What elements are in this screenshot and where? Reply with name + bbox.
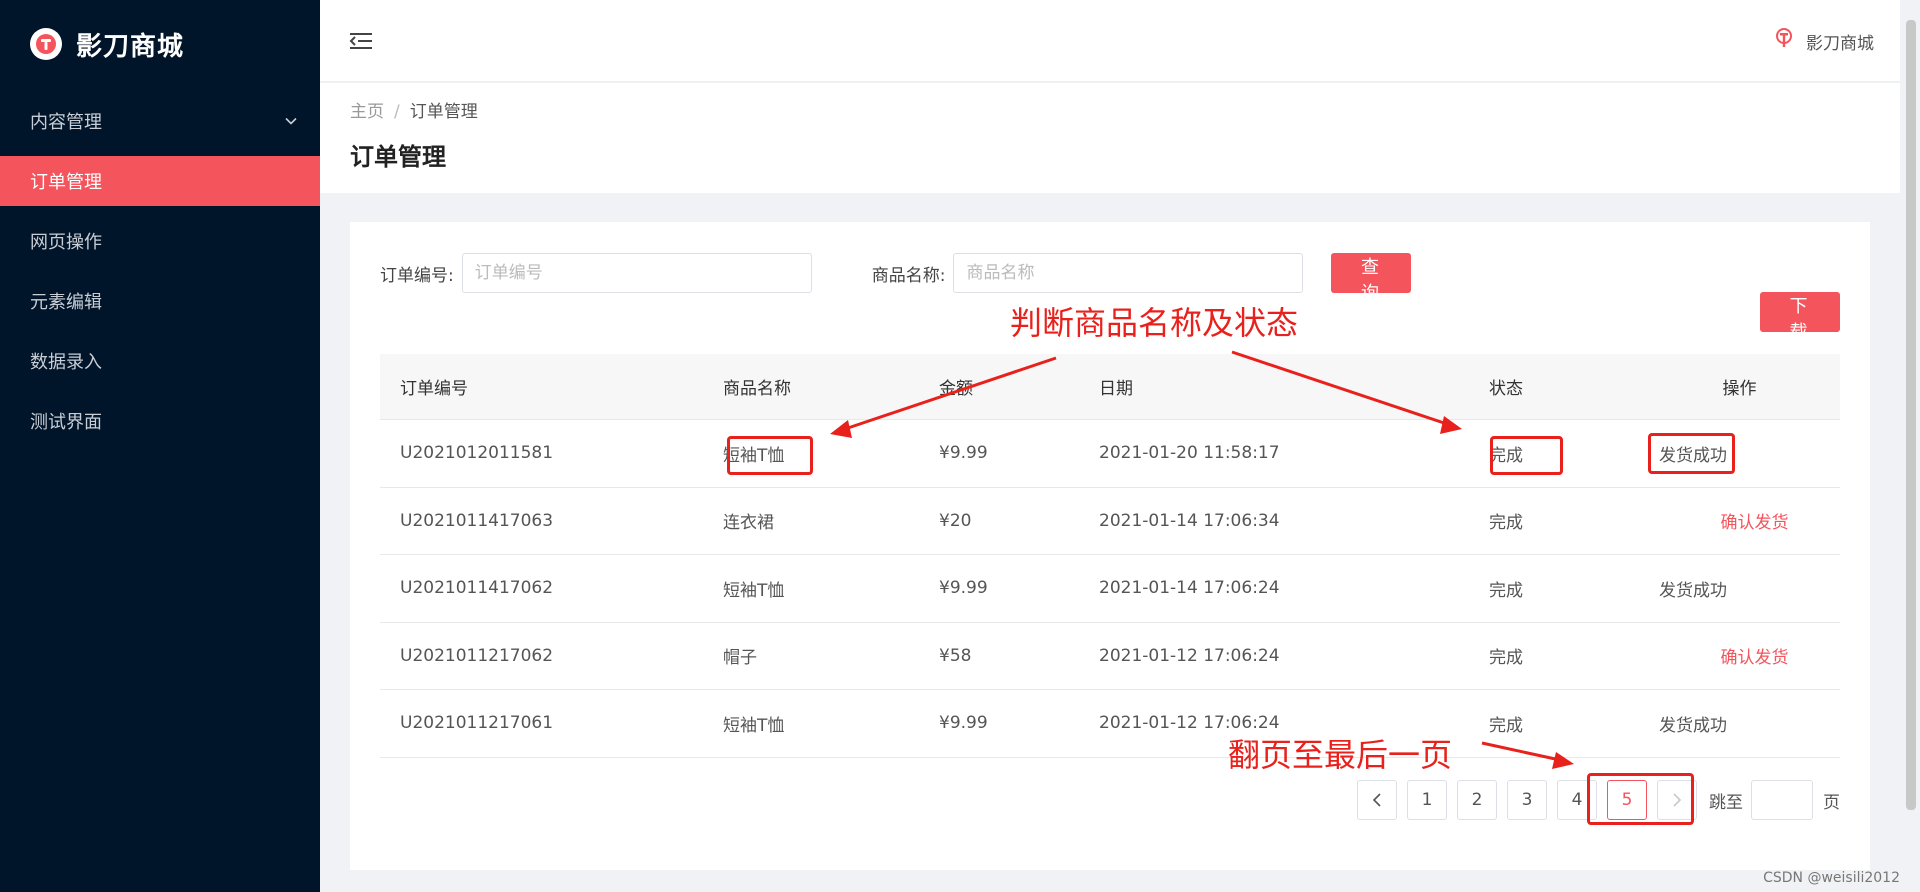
cell-product: 短袖T恤 <box>723 580 785 601</box>
page-button-1[interactable]: 1 <box>1407 780 1447 820</box>
sidebar-item-label: 测试界面 <box>30 412 102 433</box>
brand[interactable]: 影刀商城 <box>0 0 320 88</box>
annotation-text-last-page: 翻页至最后一页 <box>1228 736 1453 774</box>
table-header: 订单编号 商品名称 金额 日期 状态 操作 <box>380 354 1840 420</box>
order-id-label: 订单编号: <box>380 265 454 286</box>
table-row: U2021011217061 短袖T恤 ¥9.99 2021-01-12 17:… <box>380 690 1840 758</box>
page-header: 主页 / 订单管理 订单管理 <box>320 83 1900 193</box>
cell-order-id: U2021011417063 <box>400 510 554 531</box>
chevron-left-icon <box>1372 793 1381 807</box>
page-button-2[interactable]: 2 <box>1457 780 1497 820</box>
filter-row: 订单编号: 商品名称: 查 询 <box>380 252 1412 304</box>
sidebar-item-element-edit[interactable]: 元素编辑 <box>0 276 320 326</box>
sidebar-item-test-ui[interactable]: 测试界面 <box>0 396 320 446</box>
cell-action: 发货成功 <box>1659 715 1727 736</box>
cell-date: 2021-01-14 17:06:34 <box>1099 510 1280 531</box>
cell-order-id: U2021011417062 <box>400 578 554 599</box>
top-header: 影刀商城 <box>320 0 1900 82</box>
cell-amount: ¥9.99 <box>939 578 988 599</box>
cell-status: 完成 <box>1489 580 1523 601</box>
sidebar-item-data-entry[interactable]: 数据录入 <box>0 336 320 386</box>
orders-table: 订单编号 商品名称 金额 日期 状态 操作 U2021012011581 短袖T… <box>380 354 1840 758</box>
jump-page-input[interactable] <box>1751 780 1813 820</box>
sidebar-item-label: 元素编辑 <box>30 292 102 313</box>
chevron-down-icon <box>284 111 298 132</box>
breadcrumb: 主页 / 订单管理 <box>350 97 478 122</box>
menu-fold-icon[interactable] <box>348 28 374 54</box>
page-button-3[interactable]: 3 <box>1507 780 1547 820</box>
breadcrumb-home[interactable]: 主页 <box>350 102 384 122</box>
brand-logo-icon <box>30 28 62 60</box>
sidebar-item-web-ops[interactable]: 网页操作 <box>0 216 320 266</box>
cell-date: 2021-01-20 11:58:17 <box>1099 443 1280 464</box>
cell-amount: ¥9.99 <box>939 443 988 464</box>
header-amount: 金额 <box>939 379 973 399</box>
prev-page-button[interactable] <box>1357 780 1397 820</box>
confirm-ship-link[interactable]: 确认发货 <box>1639 643 1840 668</box>
sidebar-item-orders[interactable]: 订单管理 <box>0 156 320 206</box>
breadcrumb-separator: / <box>394 102 400 122</box>
sidebar-item-label: 网页操作 <box>30 232 102 253</box>
product-name-input[interactable] <box>953 253 1304 293</box>
order-id-input[interactable] <box>461 253 812 293</box>
cell-product: 帽子 <box>723 648 757 669</box>
table-row: U2021011417062 短袖T恤 ¥9.99 2021-01-14 17:… <box>380 555 1840 623</box>
download-button[interactable]: 下 载 <box>1760 292 1840 343</box>
sidebar-item-label: 内容管理 <box>30 112 102 133</box>
cell-product: 短袖T恤 <box>723 715 785 736</box>
sidebar-item-content[interactable]: 内容管理 <box>0 96 320 146</box>
annotation-box-last-page <box>1587 773 1694 825</box>
cell-action: 发货成功 <box>1659 580 1727 601</box>
cell-amount: ¥20 <box>939 510 972 531</box>
cell-amount: ¥9.99 <box>939 713 988 734</box>
cell-amount: ¥58 <box>939 645 972 666</box>
cell-product: 连衣裙 <box>723 513 774 534</box>
page-suffix: 页 <box>1823 792 1840 813</box>
page-scrollbar[interactable] <box>1900 0 1920 892</box>
header-date: 日期 <box>1099 379 1133 399</box>
brand-small-icon <box>1774 28 1794 55</box>
cell-status: 完成 <box>1489 513 1523 534</box>
jump-label: 跳至 <box>1709 792 1743 813</box>
scrollbar-thumb[interactable] <box>1906 20 1916 810</box>
cell-order-id: U2021011217062 <box>400 645 554 666</box>
cell-status: 完成 <box>1489 715 1523 736</box>
sidebar-item-label: 数据录入 <box>30 352 102 373</box>
header-product: 商品名称 <box>723 379 791 399</box>
sidebar: 影刀商城 内容管理 订单管理 网页操作 元素编辑 数据录入 测试界面 <box>0 0 320 892</box>
brand-title: 影刀商城 <box>76 31 185 62</box>
product-name-label: 商品名称: <box>871 265 946 286</box>
header-user[interactable]: 影刀商城 <box>1774 28 1874 55</box>
annotation-text-judge: 判断商品名称及状态 <box>1010 304 1299 342</box>
query-button[interactable]: 查 询 <box>1331 253 1412 304</box>
header-status: 状态 <box>1489 379 1523 399</box>
header-order-id: 订单编号 <box>400 379 468 399</box>
table-row: U2021011217062 帽子 ¥58 2021-01-12 17:06:2… <box>380 623 1840 690</box>
watermark: CSDN @weisili2012 <box>1763 870 1900 886</box>
breadcrumb-current: 订单管理 <box>409 102 478 122</box>
table-row: U2021011417063 连衣裙 ¥20 2021-01-14 17:06:… <box>380 488 1840 555</box>
cell-date: 2021-01-12 17:06:24 <box>1099 645 1280 666</box>
header-user-label: 影刀商城 <box>1806 34 1874 54</box>
annotation-box-product <box>727 436 813 475</box>
table-row: U2021012011581 短袖T恤 ¥9.99 2021-01-20 11:… <box>380 420 1840 488</box>
page-title: 订单管理 <box>350 143 446 171</box>
header-action: 操作 <box>1722 379 1757 399</box>
confirm-ship-link[interactable]: 确认发货 <box>1639 508 1840 533</box>
cell-status: 完成 <box>1489 648 1523 669</box>
cell-order-id: U2021012011581 <box>400 443 554 464</box>
annotation-box-status <box>1490 436 1563 475</box>
sidebar-item-label: 订单管理 <box>30 172 102 193</box>
annotation-box-action <box>1648 433 1735 474</box>
cell-date: 2021-01-14 17:06:24 <box>1099 578 1280 599</box>
cell-order-id: U2021011217061 <box>400 713 554 734</box>
